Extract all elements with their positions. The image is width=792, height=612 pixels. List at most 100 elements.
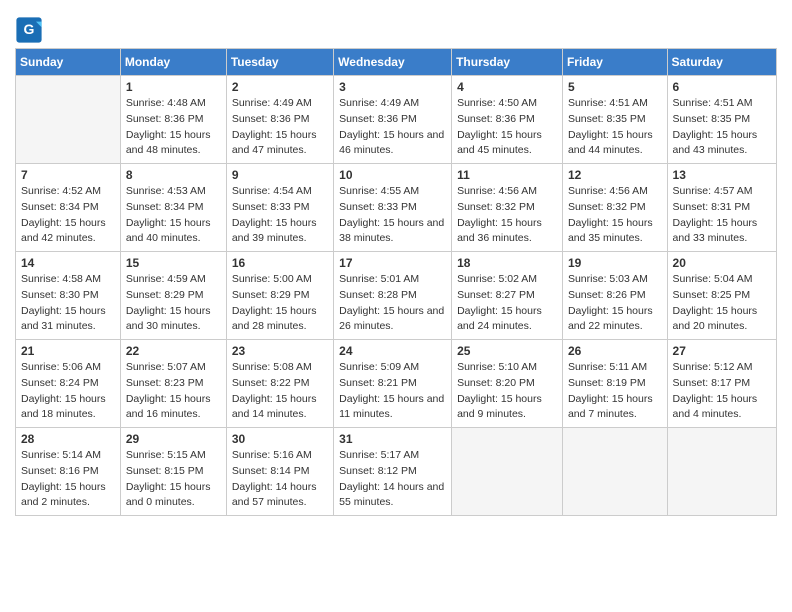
- calendar-cell: 25 Sunrise: 5:10 AMSunset: 8:20 PMDaylig…: [452, 340, 563, 428]
- cell-sunrise: Sunrise: 5:10 AMSunset: 8:20 PMDaylight:…: [457, 361, 542, 420]
- cell-sunrise: Sunrise: 5:11 AMSunset: 8:19 PMDaylight:…: [568, 361, 653, 420]
- cell-sunrise: Sunrise: 5:12 AMSunset: 8:17 PMDaylight:…: [673, 361, 758, 420]
- cell-sunrise: Sunrise: 4:50 AMSunset: 8:36 PMDaylight:…: [457, 97, 542, 156]
- day-number: 15: [126, 256, 221, 270]
- cell-sunrise: Sunrise: 4:55 AMSunset: 8:33 PMDaylight:…: [339, 185, 444, 244]
- logo-icon: G: [15, 16, 43, 44]
- day-number: 27: [673, 344, 771, 358]
- header-day-wednesday: Wednesday: [334, 49, 452, 76]
- calendar-cell: 21 Sunrise: 5:06 AMSunset: 8:24 PMDaylig…: [16, 340, 121, 428]
- calendar-cell: 24 Sunrise: 5:09 AMSunset: 8:21 PMDaylig…: [334, 340, 452, 428]
- calendar-cell: 5 Sunrise: 4:51 AMSunset: 8:35 PMDayligh…: [562, 76, 667, 164]
- cell-sunrise: Sunrise: 5:02 AMSunset: 8:27 PMDaylight:…: [457, 273, 542, 332]
- header: G: [15, 10, 777, 44]
- calendar-cell: 31 Sunrise: 5:17 AMSunset: 8:12 PMDaylig…: [334, 428, 452, 516]
- calendar-cell: 4 Sunrise: 4:50 AMSunset: 8:36 PMDayligh…: [452, 76, 563, 164]
- cell-sunrise: Sunrise: 5:04 AMSunset: 8:25 PMDaylight:…: [673, 273, 758, 332]
- cell-sunrise: Sunrise: 5:15 AMSunset: 8:15 PMDaylight:…: [126, 449, 211, 508]
- day-number: 22: [126, 344, 221, 358]
- calendar-cell: 1 Sunrise: 4:48 AMSunset: 8:36 PMDayligh…: [120, 76, 226, 164]
- calendar-cell: 30 Sunrise: 5:16 AMSunset: 8:14 PMDaylig…: [226, 428, 333, 516]
- header-day-monday: Monday: [120, 49, 226, 76]
- calendar-cell: [452, 428, 563, 516]
- day-number: 4: [457, 80, 557, 94]
- calendar-cell: 13 Sunrise: 4:57 AMSunset: 8:31 PMDaylig…: [667, 164, 776, 252]
- day-number: 23: [232, 344, 328, 358]
- header-day-friday: Friday: [562, 49, 667, 76]
- cell-sunrise: Sunrise: 4:51 AMSunset: 8:35 PMDaylight:…: [568, 97, 653, 156]
- cell-sunrise: Sunrise: 5:03 AMSunset: 8:26 PMDaylight:…: [568, 273, 653, 332]
- cell-sunrise: Sunrise: 5:08 AMSunset: 8:22 PMDaylight:…: [232, 361, 317, 420]
- cell-sunrise: Sunrise: 5:07 AMSunset: 8:23 PMDaylight:…: [126, 361, 211, 420]
- day-number: 6: [673, 80, 771, 94]
- day-number: 1: [126, 80, 221, 94]
- cell-sunrise: Sunrise: 4:56 AMSunset: 8:32 PMDaylight:…: [457, 185, 542, 244]
- day-number: 24: [339, 344, 446, 358]
- calendar-cell: 8 Sunrise: 4:53 AMSunset: 8:34 PMDayligh…: [120, 164, 226, 252]
- calendar-cell: 16 Sunrise: 5:00 AMSunset: 8:29 PMDaylig…: [226, 252, 333, 340]
- calendar-cell: 22 Sunrise: 5:07 AMSunset: 8:23 PMDaylig…: [120, 340, 226, 428]
- day-number: 2: [232, 80, 328, 94]
- day-number: 10: [339, 168, 446, 182]
- calendar-header-row: SundayMondayTuesdayWednesdayThursdayFrid…: [16, 49, 777, 76]
- day-number: 13: [673, 168, 771, 182]
- day-number: 14: [21, 256, 115, 270]
- calendar-cell: [562, 428, 667, 516]
- calendar-cell: 10 Sunrise: 4:55 AMSunset: 8:33 PMDaylig…: [334, 164, 452, 252]
- calendar-body: 1 Sunrise: 4:48 AMSunset: 8:36 PMDayligh…: [16, 76, 777, 516]
- day-number: 3: [339, 80, 446, 94]
- day-number: 7: [21, 168, 115, 182]
- logo: G: [15, 16, 45, 44]
- day-number: 26: [568, 344, 662, 358]
- calendar-cell: 19 Sunrise: 5:03 AMSunset: 8:26 PMDaylig…: [562, 252, 667, 340]
- cell-sunrise: Sunrise: 4:57 AMSunset: 8:31 PMDaylight:…: [673, 185, 758, 244]
- header-day-saturday: Saturday: [667, 49, 776, 76]
- calendar-cell: 26 Sunrise: 5:11 AMSunset: 8:19 PMDaylig…: [562, 340, 667, 428]
- calendar-cell: 27 Sunrise: 5:12 AMSunset: 8:17 PMDaylig…: [667, 340, 776, 428]
- cell-sunrise: Sunrise: 4:59 AMSunset: 8:29 PMDaylight:…: [126, 273, 211, 332]
- calendar-cell: 6 Sunrise: 4:51 AMSunset: 8:35 PMDayligh…: [667, 76, 776, 164]
- day-number: 9: [232, 168, 328, 182]
- calendar-cell: 15 Sunrise: 4:59 AMSunset: 8:29 PMDaylig…: [120, 252, 226, 340]
- calendar-week-3: 14 Sunrise: 4:58 AMSunset: 8:30 PMDaylig…: [16, 252, 777, 340]
- day-number: 28: [21, 432, 115, 446]
- calendar-cell: [16, 76, 121, 164]
- day-number: 19: [568, 256, 662, 270]
- cell-sunrise: Sunrise: 4:49 AMSunset: 8:36 PMDaylight:…: [232, 97, 317, 156]
- cell-sunrise: Sunrise: 4:58 AMSunset: 8:30 PMDaylight:…: [21, 273, 106, 332]
- cell-sunrise: Sunrise: 5:14 AMSunset: 8:16 PMDaylight:…: [21, 449, 106, 508]
- cell-sunrise: Sunrise: 5:01 AMSunset: 8:28 PMDaylight:…: [339, 273, 444, 332]
- calendar-cell: 17 Sunrise: 5:01 AMSunset: 8:28 PMDaylig…: [334, 252, 452, 340]
- header-day-sunday: Sunday: [16, 49, 121, 76]
- calendar-cell: 12 Sunrise: 4:56 AMSunset: 8:32 PMDaylig…: [562, 164, 667, 252]
- day-number: 12: [568, 168, 662, 182]
- day-number: 29: [126, 432, 221, 446]
- calendar-cell: 20 Sunrise: 5:04 AMSunset: 8:25 PMDaylig…: [667, 252, 776, 340]
- cell-sunrise: Sunrise: 4:53 AMSunset: 8:34 PMDaylight:…: [126, 185, 211, 244]
- cell-sunrise: Sunrise: 5:06 AMSunset: 8:24 PMDaylight:…: [21, 361, 106, 420]
- cell-sunrise: Sunrise: 5:00 AMSunset: 8:29 PMDaylight:…: [232, 273, 317, 332]
- day-number: 18: [457, 256, 557, 270]
- calendar-week-5: 28 Sunrise: 5:14 AMSunset: 8:16 PMDaylig…: [16, 428, 777, 516]
- day-number: 8: [126, 168, 221, 182]
- day-number: 25: [457, 344, 557, 358]
- day-number: 5: [568, 80, 662, 94]
- calendar-cell: 2 Sunrise: 4:49 AMSunset: 8:36 PMDayligh…: [226, 76, 333, 164]
- cell-sunrise: Sunrise: 4:48 AMSunset: 8:36 PMDaylight:…: [126, 97, 211, 156]
- day-number: 16: [232, 256, 328, 270]
- calendar-cell: 18 Sunrise: 5:02 AMSunset: 8:27 PMDaylig…: [452, 252, 563, 340]
- day-number: 21: [21, 344, 115, 358]
- day-number: 30: [232, 432, 328, 446]
- day-number: 31: [339, 432, 446, 446]
- cell-sunrise: Sunrise: 4:52 AMSunset: 8:34 PMDaylight:…: [21, 185, 106, 244]
- cell-sunrise: Sunrise: 5:17 AMSunset: 8:12 PMDaylight:…: [339, 449, 444, 508]
- day-number: 17: [339, 256, 446, 270]
- calendar-cell: 11 Sunrise: 4:56 AMSunset: 8:32 PMDaylig…: [452, 164, 563, 252]
- day-number: 20: [673, 256, 771, 270]
- day-number: 11: [457, 168, 557, 182]
- calendar-cell: 29 Sunrise: 5:15 AMSunset: 8:15 PMDaylig…: [120, 428, 226, 516]
- svg-text:G: G: [24, 21, 35, 37]
- calendar-cell: 3 Sunrise: 4:49 AMSunset: 8:36 PMDayligh…: [334, 76, 452, 164]
- cell-sunrise: Sunrise: 5:16 AMSunset: 8:14 PMDaylight:…: [232, 449, 317, 508]
- calendar-week-4: 21 Sunrise: 5:06 AMSunset: 8:24 PMDaylig…: [16, 340, 777, 428]
